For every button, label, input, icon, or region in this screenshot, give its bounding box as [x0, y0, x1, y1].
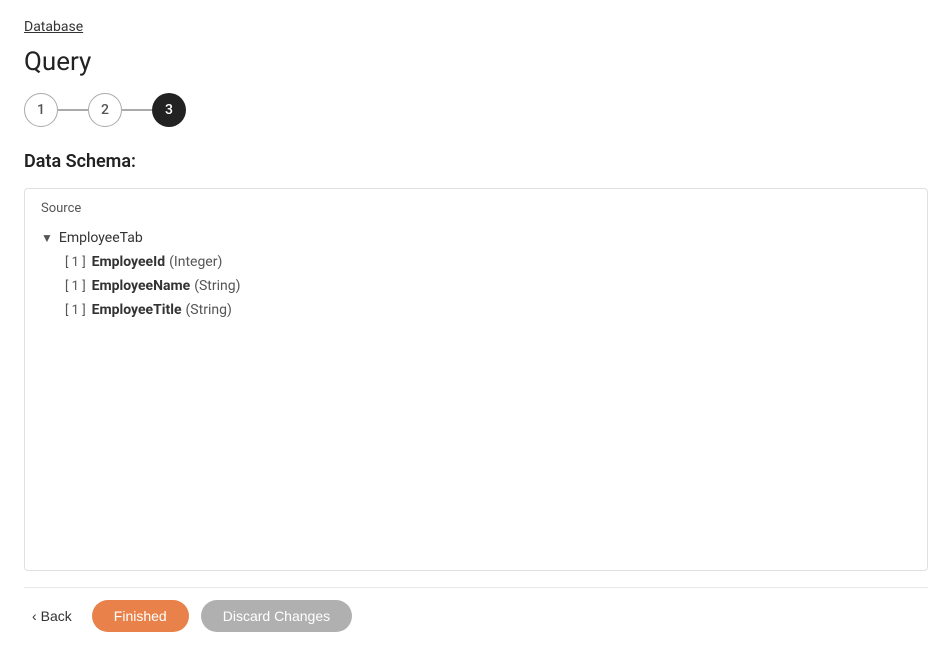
finished-button[interactable]: Finished	[92, 600, 189, 632]
step-1: 1	[24, 93, 58, 127]
tree-parent: ▼ EmployeeTab	[41, 230, 911, 246]
tree-node-root: ▼ EmployeeTab [ 1 ] EmployeeId (Integer)…	[41, 228, 911, 326]
tree-child-row-employeetitle: [ 1 ] EmployeeTitle (String)	[65, 300, 911, 320]
schema-container: Source ▼ EmployeeTab [ 1 ] EmployeeId (I…	[24, 188, 928, 571]
stepper: 1 2 3	[24, 93, 928, 127]
field-type-employeeid: (Integer)	[169, 254, 222, 270]
tree-children: [ 1 ] EmployeeId (Integer) [ 1 ] Employe…	[65, 252, 911, 320]
chevron-down-icon: ▼	[41, 231, 53, 245]
field-index-2: [ 1 ]	[65, 279, 86, 294]
data-schema-label: Data Schema:	[24, 151, 928, 172]
tree-parent-name: EmployeeTab	[59, 230, 143, 246]
field-type-employeename: (String)	[194, 278, 240, 294]
step-connector-1	[58, 109, 88, 111]
source-label: Source	[41, 201, 911, 216]
field-type-employeetitle: (String)	[186, 302, 232, 318]
back-button[interactable]: ‹ Back	[24, 602, 80, 630]
step-connector-2	[122, 109, 152, 111]
back-arrow-icon: ‹	[32, 608, 37, 624]
field-name-employeetitle: EmployeeTitle	[92, 302, 182, 318]
field-name-employeeid: EmployeeId	[92, 254, 165, 270]
step-3: 3	[152, 93, 186, 127]
field-index-3: [ 1 ]	[65, 303, 86, 318]
breadcrumb-database-link[interactable]: Database	[24, 19, 83, 35]
tree-child-row-employeename: [ 1 ] EmployeeName (String)	[65, 276, 911, 296]
discard-changes-button[interactable]: Discard Changes	[201, 600, 352, 632]
back-label: Back	[41, 608, 72, 624]
tree-child-row-employeeid: [ 1 ] EmployeeId (Integer)	[65, 252, 911, 272]
breadcrumb: Database	[24, 16, 928, 35]
page-container: Database Query 1 2 3 Data Schema: Source…	[0, 0, 952, 656]
field-index-1: [ 1 ]	[65, 255, 86, 270]
field-name-employeename: EmployeeName	[92, 278, 191, 294]
step-2: 2	[88, 93, 122, 127]
page-title: Query	[24, 47, 928, 77]
footer: ‹ Back Finished Discard Changes	[24, 587, 928, 640]
